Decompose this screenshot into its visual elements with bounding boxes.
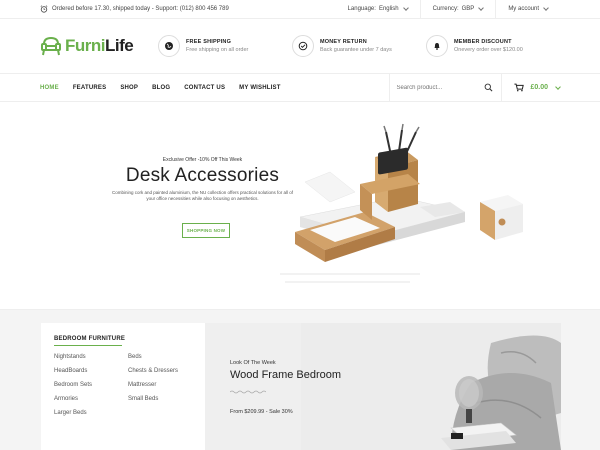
- category-menu: BEDROOM FURNITURE Nightstands Beds HeadB…: [41, 323, 205, 450]
- support-notice: Ordered before 17.30, shipped today - Su…: [40, 5, 229, 13]
- chevron-down-icon: [478, 5, 485, 11]
- site-header: FurniLife FREE SHIPPING Free shipping on…: [0, 19, 600, 74]
- globe-icon: [158, 35, 180, 57]
- category-title: BEDROOM FURNITURE: [54, 336, 126, 342]
- category-link[interactable]: Beds: [128, 354, 202, 360]
- account-label: My account: [508, 6, 539, 12]
- logo-text: FurniLife: [65, 36, 134, 56]
- chevron-down-icon: [543, 5, 549, 11]
- promo-title: Wood Frame Bedroom: [230, 369, 342, 381]
- account-menu[interactable]: My account: [495, 0, 560, 18]
- category-link[interactable]: Small Beds: [128, 396, 202, 402]
- feature-title: FREE SHIPPING: [186, 39, 232, 45]
- bell-icon: [426, 35, 448, 57]
- desk-accessories-image: [280, 123, 523, 283]
- promo-kicker: Look Of The Week: [230, 360, 276, 366]
- hero-title: Desk Accessories: [125, 165, 280, 186]
- cart-button[interactable]: £0.00: [502, 83, 561, 92]
- feature-title: MONEY RETURN: [320, 39, 367, 45]
- nav-item-home[interactable]: HOME: [40, 85, 59, 91]
- currency-label: Currency:: [432, 6, 459, 12]
- nav-item-shop[interactable]: SHOP: [120, 85, 138, 91]
- wave-divider: [229, 390, 267, 394]
- promo-banner[interactable]: Look Of The Week Wood Frame Bedroom From…: [205, 323, 561, 450]
- feature-title: MEMBER DISCOUNT: [454, 39, 512, 45]
- hero-kicker: Exclusive Offer -10% Off This Week: [162, 157, 243, 163]
- check-circle-icon: [292, 35, 314, 57]
- category-link[interactable]: HeadBoards: [54, 368, 128, 374]
- search-icon[interactable]: [484, 83, 493, 92]
- hero-text: Exclusive Offer -10% Off This Week Desk …: [110, 157, 295, 202]
- category-title-underline: [54, 345, 122, 346]
- nav-menu: HOME FEATURES SHOP BLOG CONTACT US MY WI…: [40, 85, 389, 91]
- currency-value: GBP: [461, 6, 475, 12]
- logo[interactable]: FurniLife: [40, 35, 158, 57]
- nav-item-blog[interactable]: BLOG: [152, 85, 170, 91]
- alarm-clock-icon: [40, 5, 48, 13]
- nav-item-contact-us[interactable]: CONTACT US: [184, 85, 225, 91]
- chevron-down-icon: [555, 83, 561, 90]
- category-link[interactable]: Armories: [54, 396, 128, 402]
- promo-price: From $209.99 - Sale 30%: [230, 409, 293, 415]
- cart-total: £0.00: [530, 84, 548, 91]
- main-nav: HOME FEATURES SHOP BLOG CONTACT US MY WI…: [0, 73, 600, 102]
- logo-text-part2: Life: [105, 36, 134, 55]
- promo-text: Look Of The Week Wood Frame Bedroom From…: [229, 360, 342, 415]
- category-link[interactable]: Larger Beds: [54, 410, 128, 416]
- category-link[interactable]: Bedroom Sets: [54, 382, 128, 388]
- feature-free-shipping: FREE SHIPPING Free shipping on all order: [158, 35, 292, 57]
- logo-text-part1: Furni: [65, 36, 106, 55]
- cart-icon: [514, 83, 525, 92]
- language-label: Language:: [347, 6, 376, 12]
- lower-section: BEDROOM FURNITURE Nightstands Beds HeadB…: [0, 310, 600, 450]
- chevron-down-icon: [402, 5, 409, 11]
- feature-money-return: MONEY RETURN Back guarantee under 7 days: [292, 35, 426, 57]
- feature-subtitle: Back guarantee under 7 days: [320, 47, 392, 53]
- search-box: [389, 73, 503, 102]
- nav-item-features[interactable]: FEATURES: [73, 85, 107, 91]
- feature-subtitle: Onevery order over $120.00: [454, 47, 523, 53]
- feature-subtitle: Free shipping on all order: [186, 47, 249, 53]
- armchair-logo-icon: [41, 36, 61, 56]
- hero-slider: Exclusive Offer -10% Off This Week Desk …: [0, 102, 600, 310]
- shopping-now-button[interactable]: SHOPPING NOW: [182, 223, 230, 238]
- support-notice-text: Ordered before 17.30, shipped today - Su…: [52, 6, 229, 12]
- category-link[interactable]: Chests & Dressers: [128, 368, 202, 374]
- language-value: English: [378, 6, 399, 12]
- category-link[interactable]: Mattresser: [128, 382, 202, 388]
- top-bar: Ordered before 17.30, shipped today - Su…: [0, 0, 600, 19]
- search-input[interactable]: [396, 84, 485, 91]
- nav-item-my-wishlist[interactable]: MY WISHLIST: [239, 85, 280, 91]
- hero-description: Combining cork and painted aluminium, th…: [111, 190, 293, 202]
- currency-selector[interactable]: Currency: GBP: [419, 0, 496, 18]
- language-selector[interactable]: Language: English: [336, 0, 420, 18]
- feature-list: FREE SHIPPING Free shipping on all order…: [158, 35, 560, 57]
- feature-member-discount: MEMBER DISCOUNT Onevery order over $120.…: [426, 35, 560, 57]
- category-link[interactable]: Nightstands: [54, 354, 128, 360]
